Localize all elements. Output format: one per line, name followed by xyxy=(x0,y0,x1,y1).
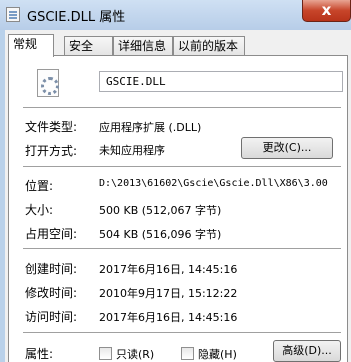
hidden-label[interactable]: 隐藏(H) xyxy=(198,346,237,362)
close-icon: x xyxy=(321,1,332,19)
divider xyxy=(23,107,341,109)
location-value: D:\2013\61602\Gscie\Gscie.Dll\X86\3.00 xyxy=(99,178,328,189)
title-bar[interactable]: GSCIE.DLL 属性 x xyxy=(0,0,351,30)
accessed-value: 2017年6月16日, 14:45:16 xyxy=(99,311,238,324)
advanced-button[interactable]: 高级(D)... xyxy=(273,340,341,362)
size-value: 500 KB (512,067 字节) xyxy=(99,204,222,217)
close-button[interactable]: x xyxy=(302,0,351,22)
divider xyxy=(23,166,341,168)
tab-label: 常规 xyxy=(13,37,38,51)
created-value: 2017年6月16日, 14:45:16 xyxy=(99,263,238,276)
dialog-client: 常规 安全 详细信息 以前的版本 GSCIE.DLL 文件类型: 应用程序扩展 … xyxy=(5,30,351,362)
modified-value: 2010年9月17日, 15:12:22 xyxy=(99,287,238,300)
open-with-value: 未知应用程序 xyxy=(99,144,165,157)
tab-previous-versions[interactable]: 以前的版本 xyxy=(173,36,245,56)
readonly-checkbox[interactable] xyxy=(99,347,112,360)
file-type-label: 文件类型: xyxy=(25,120,78,134)
tab-label: 详细信息 xyxy=(118,39,167,53)
tab-label: 安全 xyxy=(69,39,94,53)
size-label: 大小: xyxy=(25,203,54,217)
dll-file-icon xyxy=(37,69,59,97)
tab-general[interactable]: 常规 xyxy=(8,34,54,57)
attributes-label: 属性: xyxy=(25,347,54,361)
window-title: GSCIE.DLL 属性 xyxy=(27,10,126,25)
location-label: 位置: xyxy=(25,179,54,193)
accessed-label: 访问时间: xyxy=(25,310,78,324)
size-on-disk-value: 504 KB (516,096 字节) xyxy=(99,228,222,241)
open-with-label: 打开方式: xyxy=(25,144,78,158)
tab-details[interactable]: 详细信息 xyxy=(113,36,173,56)
size-on-disk-label: 占用空间: xyxy=(25,227,78,241)
modified-label: 修改时间: xyxy=(25,286,78,300)
file-properties-icon xyxy=(6,7,20,22)
file-name-field[interactable]: GSCIE.DLL xyxy=(99,71,343,92)
readonly-label[interactable]: 只读(R) xyxy=(116,346,154,362)
tab-label: 以前的版本 xyxy=(178,39,239,53)
tab-security[interactable]: 安全 xyxy=(64,36,113,56)
divider xyxy=(23,248,341,250)
divider xyxy=(23,332,341,334)
created-label: 创建时间: xyxy=(25,262,78,276)
hidden-checkbox[interactable] xyxy=(181,347,194,360)
change-button[interactable]: 更改(C)... xyxy=(241,137,333,159)
general-panel: GSCIE.DLL 文件类型: 应用程序扩展 (.DLL) 打开方式: 未知应用… xyxy=(8,55,348,362)
file-type-value: 应用程序扩展 (.DLL) xyxy=(99,121,202,134)
